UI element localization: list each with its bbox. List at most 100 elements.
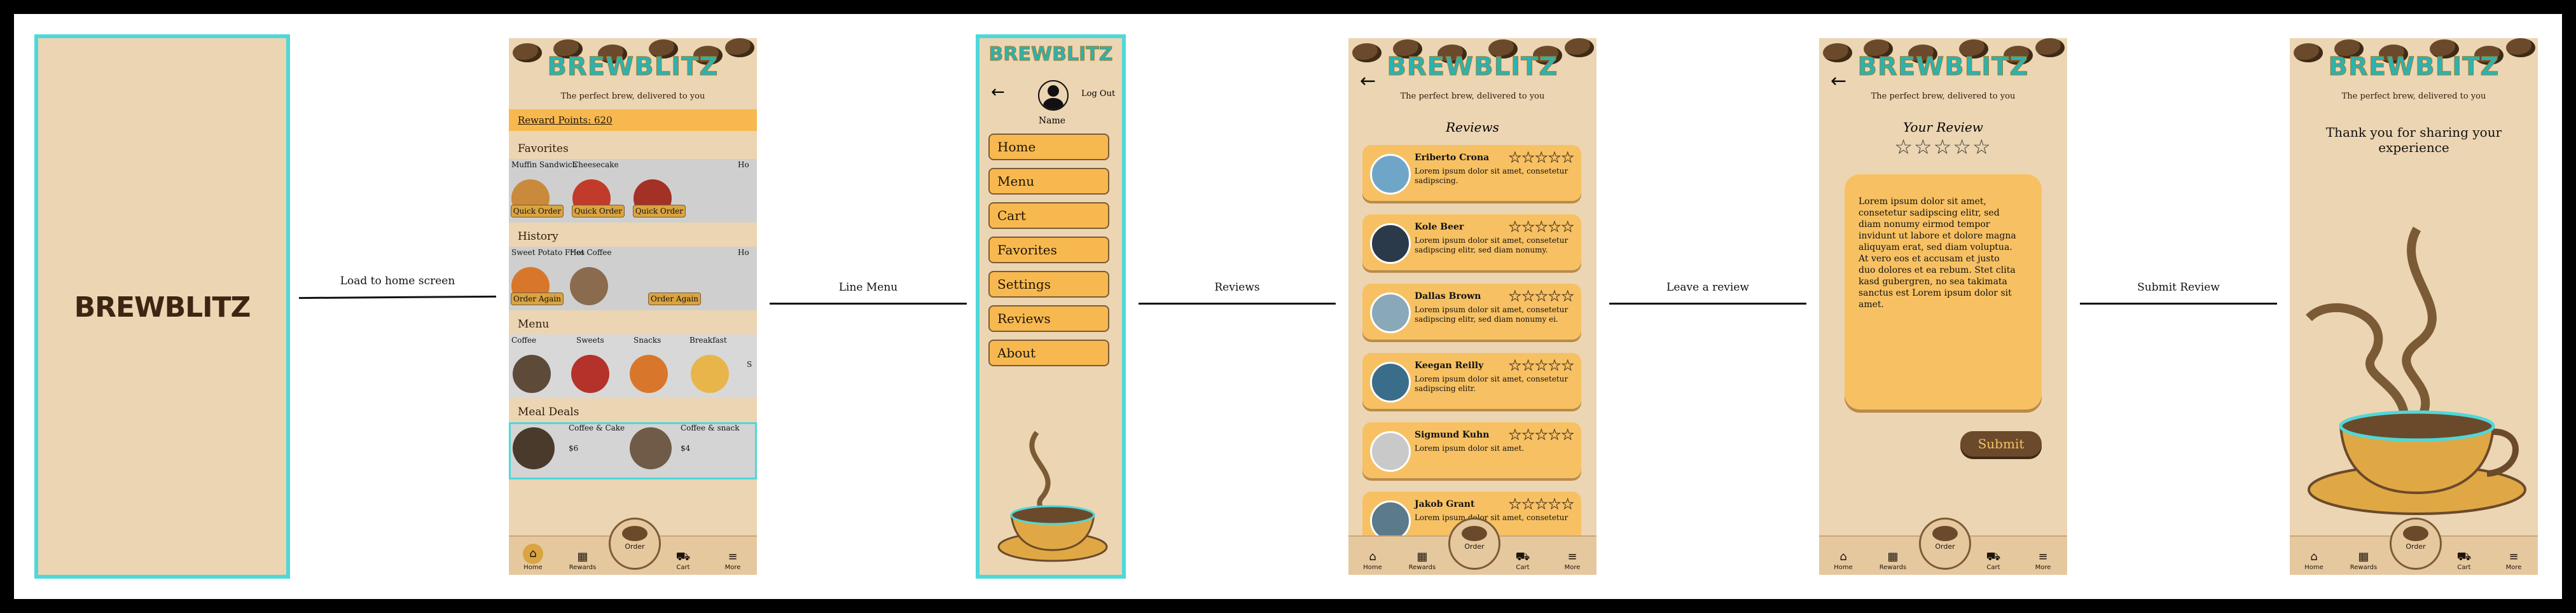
thank-you-screen: BREWBLITZ The perfect brew, delivered to… — [2290, 38, 2538, 575]
history-card[interactable]: Ho — [735, 247, 757, 310]
tagline: The perfect brew, delivered to you — [1871, 92, 2016, 101]
order-again-button[interactable]: Order Again — [511, 293, 564, 305]
history-card[interactable]: Sweet Potato Fries Order Again — [509, 247, 585, 310]
menu-item-favorites[interactable]: Favorites — [988, 237, 1109, 263]
app-header: BREWBLITZ The perfect brew, delivered to… — [509, 38, 757, 107]
coffee-cup-illustration — [2306, 226, 2526, 515]
qr-icon: ▦ — [2358, 550, 2369, 563]
menu-item-settings[interactable]: Settings — [988, 271, 1109, 298]
reviewer-name: Dallas Brown — [1415, 291, 1481, 301]
tab-home[interactable]: ⌂ Home — [514, 544, 552, 571]
cart-icon: ⛟ — [2456, 550, 2472, 563]
avatar — [1370, 154, 1411, 195]
arrow-line — [2080, 303, 2277, 305]
cart-icon: ⛟ — [1986, 550, 2001, 563]
quick-order-button[interactable]: Quick Order — [632, 205, 686, 217]
hamburger-icon: ≡ — [2038, 550, 2048, 563]
cart-icon: ⛟ — [1515, 550, 1530, 563]
your-review-title: Your Review — [1903, 120, 1983, 135]
history-card[interactable]: Hot Coffee Order Again — [570, 247, 702, 310]
menu-category[interactable]: S — [744, 334, 757, 398]
menu-item-reviews[interactable]: Reviews — [988, 305, 1109, 332]
star-rating: ★★★★★ — [1509, 150, 1575, 167]
reviews-screen: ← BREWBLITZ The perfect brew, delivered … — [1348, 38, 1596, 575]
deal-card[interactable]: Coffee & Cake $6 — [509, 422, 625, 479]
menu-item-home[interactable]: Home — [988, 134, 1109, 160]
history-strip: Sweet Potato Fries Order Again Hot Coffe… — [509, 247, 757, 310]
coffee-bean-icon — [622, 526, 647, 541]
deal-name: Coffee & Cake — [569, 424, 625, 432]
coffee-bean-icon — [1462, 526, 1487, 541]
reviewer-name: Eriberto Crona — [1415, 153, 1490, 163]
tab-cart[interactable]: ⛟ Cart — [664, 550, 702, 571]
menu-item-cart[interactable]: Cart — [988, 202, 1109, 229]
menu-category[interactable]: Sweets — [567, 334, 622, 398]
menu-category[interactable]: Breakfast — [684, 334, 739, 398]
menu-item-menu[interactable]: Menu — [988, 168, 1109, 195]
review-text: Lorem ipsum dolor sit amet, consetetur s… — [1415, 305, 1568, 324]
cart-icon: ⛟ — [675, 550, 691, 563]
menu-category[interactable]: Snacks — [626, 334, 681, 398]
tab-cart[interactable]: ⛟ Cart — [1504, 550, 1542, 571]
order-again-button[interactable]: Order Again — [648, 293, 701, 305]
reward-points-link[interactable]: Reward Points: 620 — [518, 114, 613, 126]
hamburger-icon: ≡ — [2509, 550, 2519, 563]
submit-button[interactable]: Submit — [1960, 431, 2042, 457]
item-name: Hot Coffee — [570, 248, 612, 257]
tab-rewards[interactable]: ▦ Rewards — [564, 550, 602, 571]
tab-home[interactable]: ⌂ Home — [2295, 550, 2333, 571]
menu-item-about[interactable]: About — [988, 340, 1109, 366]
tab-cart[interactable]: ⛟ Cart — [2445, 550, 2483, 571]
order-label: Order — [625, 542, 645, 551]
tab-rewards[interactable]: ▦ Rewards — [1874, 550, 1912, 571]
tagline: The perfect brew, delivered to you — [2341, 92, 2486, 101]
review-body-text: Lorem ipsum dolor sit amet, consetetur s… — [1859, 196, 2016, 310]
tab-home[interactable]: ⌂ Home — [1354, 550, 1392, 571]
menu-category[interactable]: Coffee — [509, 334, 564, 398]
order-button[interactable]: Order — [609, 518, 661, 570]
order-button[interactable]: Order — [1448, 518, 1500, 570]
favorite-card[interactable]: Cheesecake Quick Order — [570, 159, 626, 223]
tab-cart[interactable]: ⛟ Cart — [1974, 550, 2012, 571]
brand-logo: BREWBLITZ — [2328, 52, 2500, 82]
tab-label: Cart — [1986, 564, 2000, 571]
tab-rewards[interactable]: ▦ Rewards — [1403, 550, 1441, 571]
qr-icon: ▦ — [577, 550, 588, 563]
reviewer-name: Sigmund Kuhn — [1415, 430, 1490, 440]
tab-label: Rewards — [1879, 564, 1907, 571]
review-textarea[interactable]: Lorem ipsum dolor sit amet, consetetur s… — [1845, 174, 2042, 410]
tab-more[interactable]: ≡ More — [714, 550, 752, 571]
splash-screen: BREWBLITZ — [34, 34, 290, 579]
logout-link[interactable]: Log Out — [1081, 89, 1115, 99]
favorites-title: Favorites — [518, 142, 569, 155]
food-image — [570, 267, 608, 305]
tab-more[interactable]: ≡ More — [2024, 550, 2062, 571]
quick-order-button[interactable]: Quick Order — [510, 205, 564, 217]
arrow-line — [1139, 303, 1336, 305]
quick-order-button[interactable]: Quick Order — [571, 205, 625, 217]
reward-band: Reward Points: 620 — [509, 109, 757, 131]
order-button[interactable]: Order — [2390, 518, 2442, 570]
order-button[interactable]: Order — [1919, 518, 1971, 570]
home-icon: ⌂ — [2310, 550, 2318, 563]
deal-card[interactable]: Coffee & snack $4 — [630, 422, 744, 479]
back-arrow-icon[interactable]: ← — [991, 83, 1005, 102]
favorite-card[interactable]: Cheesecake Quick Order — [631, 159, 687, 223]
tab-more[interactable]: ≡ More — [2495, 550, 2533, 571]
tab-home[interactable]: ⌂ Home — [1824, 550, 1862, 571]
flow-canvas: BREWBLITZ Load to home screen BREWBLITZ … — [14, 14, 2562, 599]
favorite-card[interactable]: Muffin Sandwich Quick Order — [509, 159, 577, 223]
thank-you-message: Thank you for sharing your experience — [2325, 125, 2502, 155]
reviews-title: Reviews — [1446, 120, 1499, 135]
food-image — [630, 355, 668, 393]
avatar — [1370, 431, 1411, 472]
item-name: Ho — [738, 248, 749, 257]
category-name: S — [747, 360, 752, 369]
reviewer-name: Jakob Grant — [1415, 499, 1475, 509]
favorite-card[interactable]: Ho — [735, 159, 757, 223]
category-name: Coffee — [511, 336, 537, 345]
tab-more[interactable]: ≡ More — [1553, 550, 1591, 571]
review-text: Lorem ipsum dolor sit amet, consetetur s… — [1415, 375, 1568, 393]
tab-rewards[interactable]: ▦ Rewards — [2344, 550, 2383, 571]
star-rating-input[interactable]: ☆☆☆☆☆ — [1819, 135, 2067, 159]
